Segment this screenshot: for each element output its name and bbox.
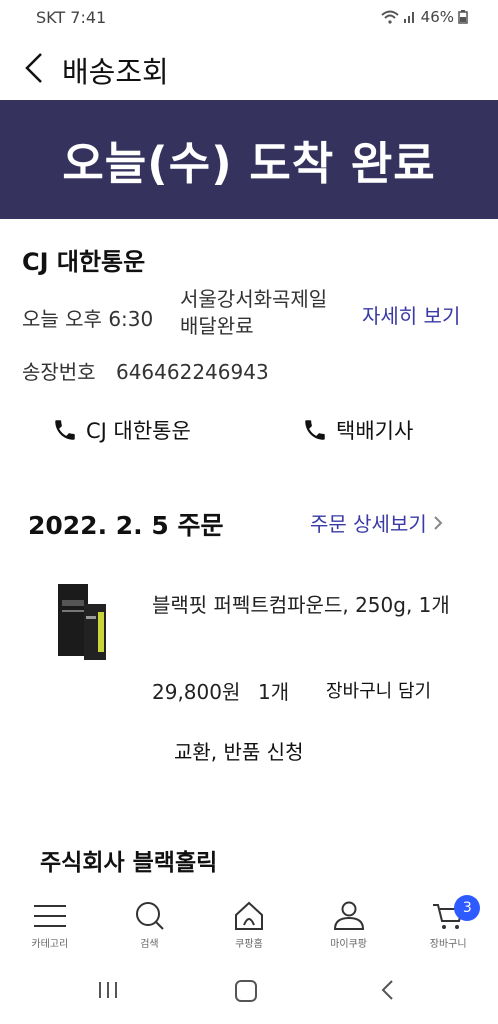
product-thumbnail[interactable] (54, 582, 110, 662)
delivery-location: 서울강서화곡제일 배달완료 (180, 287, 328, 338)
tracking-row: 송장번호 646462246943 (22, 356, 269, 385)
phone-icon (55, 420, 75, 440)
nav-cart[interactable]: 장바구니 3 (398, 893, 498, 959)
chevron-left-icon (25, 53, 42, 83)
tracking-label: 송장번호 (22, 360, 96, 384)
order-date: 2022. 2. 5 주문 (28, 511, 224, 540)
status-icons: 46% (380, 8, 468, 26)
battery-icon (458, 10, 468, 24)
product-quantity: 1개 (258, 680, 290, 704)
order-detail-label: 주문 상세보기 (310, 512, 427, 536)
delivery-status-banner: 오늘(수) 도착 완료 (0, 100, 498, 219)
battery-percent: 46% (420, 8, 454, 26)
nav-label: 쿠팡홈 (235, 939, 263, 950)
call-driver-button[interactable]: 택배기사 (302, 412, 413, 448)
back-nav-icon[interactable] (378, 978, 398, 1002)
nav-category[interactable]: 카테고리 (0, 893, 100, 959)
page-title: 배송조회 (62, 55, 169, 89)
cart-count-badge: 3 (454, 895, 481, 921)
menu-icon (33, 905, 66, 927)
home-button-icon[interactable] (233, 978, 259, 1004)
add-to-cart-button[interactable]: 장바구니 담기 (326, 677, 431, 703)
call-driver-label: 택배기사 (336, 419, 414, 443)
back-button[interactable] (16, 48, 52, 88)
system-navigation-bar (0, 960, 498, 1024)
call-carrier-label: CJ 대한통운 (86, 419, 191, 443)
nav-my-page[interactable]: 마이쿠팡 (299, 893, 399, 959)
nav-search[interactable]: 검색 (100, 893, 200, 959)
bottom-navigation: 카테고리 검색 쿠팡홈 마이쿠팡 장바구니 3 (0, 893, 498, 959)
tracking-number: 646462246943 (115, 360, 269, 384)
nav-label: 장바구니 (429, 939, 467, 950)
nav-home[interactable]: 쿠팡홈 (199, 893, 299, 959)
product-image (58, 584, 106, 660)
nav-label: 검색 (140, 939, 159, 950)
nav-label: 카테고리 (31, 939, 69, 950)
call-carrier-button[interactable]: CJ 대한통운 (52, 412, 191, 448)
phone-icon (305, 420, 325, 440)
search-icon (136, 902, 165, 930)
status-carrier-time: SKT 7:41 (36, 8, 107, 27)
delivery-status-text: 오늘(수) 도착 완료 (62, 137, 436, 190)
carrier-name: CJ 대한통운 (22, 248, 146, 276)
seller-name: 주식회사 블랙홀릭 (40, 850, 218, 876)
product-price: 29,800원 (152, 680, 241, 704)
exchange-return-button[interactable]: 교환, 반품 신청 (174, 736, 303, 765)
app-header: 배송조회 (0, 36, 498, 100)
nav-label: 마이쿠팡 (330, 939, 367, 950)
tracking-detail-link[interactable]: 자세히 보기 (362, 300, 460, 329)
product-name[interactable]: 블랙핏 퍼펙트컴파운드, 250g, 1개 (152, 586, 472, 624)
delivery-time: 오늘 오후 6:30 (22, 307, 154, 331)
chevron-right-icon (434, 515, 443, 530)
user-icon (333, 901, 364, 930)
status-bar: SKT 7:41 46% (0, 0, 498, 36)
signal-icon (403, 12, 414, 23)
recent-apps-icon[interactable] (96, 978, 120, 1002)
home-icon (234, 901, 263, 930)
wifi-icon (380, 10, 399, 24)
order-detail-link[interactable]: 주문 상세보기 (310, 508, 443, 537)
